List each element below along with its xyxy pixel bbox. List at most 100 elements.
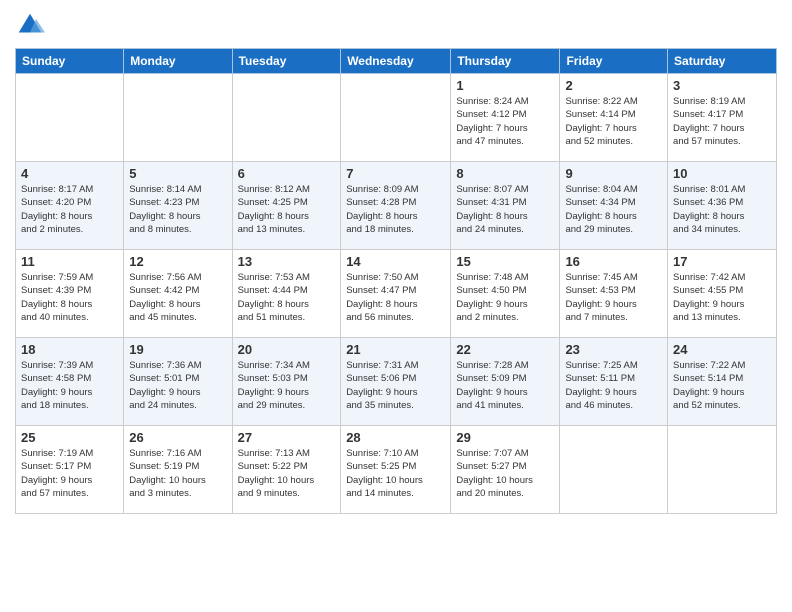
day-detail: Sunrise: 7:10 AM Sunset: 5:25 PM Dayligh… bbox=[346, 447, 445, 500]
calendar-cell: 6 Sunrise: 8:12 AM Sunset: 4:25 PM Daylig… bbox=[232, 162, 341, 250]
calendar-cell: 27Sunrise: 7:13 AM Sunset: 5:22 PM Dayli… bbox=[232, 426, 341, 514]
day-number: 29 bbox=[456, 430, 554, 445]
day-number: 6 bbox=[238, 166, 336, 181]
calendar-cell: 3 Sunrise: 8:19 AM Sunset: 4:17 PM Daylig… bbox=[668, 74, 777, 162]
day-number: 21 bbox=[346, 342, 445, 357]
calendar-cell: 5 Sunrise: 8:14 AM Sunset: 4:23 PM Daylig… bbox=[124, 162, 232, 250]
weekday-header-row: SundayMondayTuesdayWednesdayThursdayFrid… bbox=[16, 49, 777, 74]
weekday-wednesday: Wednesday bbox=[341, 49, 451, 74]
day-detail: Sunrise: 8:24 AM Sunset: 4:12 PM Dayligh… bbox=[456, 95, 554, 148]
calendar-cell bbox=[16, 74, 124, 162]
day-number: 22 bbox=[456, 342, 554, 357]
day-detail: Sunrise: 7:25 AM Sunset: 5:11 PM Dayligh… bbox=[565, 359, 662, 412]
day-detail: Sunrise: 8:12 AM Sunset: 4:25 PM Dayligh… bbox=[238, 183, 336, 236]
calendar-cell: 16 Sunrise: 7:45 AM Sunset: 4:53 PM Dayli… bbox=[560, 250, 668, 338]
calendar-cell: 29 Sunrise: 7:07 AM Sunset: 5:27 PM Dayli… bbox=[451, 426, 560, 514]
calendar-body: 1 Sunrise: 8:24 AM Sunset: 4:12 PM Daylig… bbox=[16, 74, 777, 514]
week-row-2: 4 Sunrise: 8:17 AM Sunset: 4:20 PM Daylig… bbox=[16, 162, 777, 250]
calendar-cell: 17Sunrise: 7:42 AM Sunset: 4:55 PM Dayli… bbox=[668, 250, 777, 338]
header bbox=[15, 10, 777, 40]
day-number: 25 bbox=[21, 430, 118, 445]
calendar-cell: 20 Sunrise: 7:34 AM Sunset: 5:03 PM Dayli… bbox=[232, 338, 341, 426]
day-detail: Sunrise: 7:59 AM Sunset: 4:39 PM Dayligh… bbox=[21, 271, 118, 324]
day-number: 15 bbox=[456, 254, 554, 269]
calendar-cell: 14 Sunrise: 7:50 AM Sunset: 4:47 PM Dayli… bbox=[341, 250, 451, 338]
day-number: 20 bbox=[238, 342, 336, 357]
day-detail: Sunrise: 7:50 AM Sunset: 4:47 PM Dayligh… bbox=[346, 271, 445, 324]
day-number: 26 bbox=[129, 430, 226, 445]
calendar: SundayMondayTuesdayWednesdayThursdayFrid… bbox=[15, 48, 777, 514]
day-number: 7 bbox=[346, 166, 445, 181]
calendar-cell: 4 Sunrise: 8:17 AM Sunset: 4:20 PM Daylig… bbox=[16, 162, 124, 250]
calendar-cell: 24 Sunrise: 7:22 AM Sunset: 5:14 PM Dayli… bbox=[668, 338, 777, 426]
calendar-cell: 9 Sunrise: 8:04 AM Sunset: 4:34 PM Daylig… bbox=[560, 162, 668, 250]
day-detail: Sunrise: 7:39 AM Sunset: 4:58 PM Dayligh… bbox=[21, 359, 118, 412]
logo bbox=[15, 10, 49, 40]
day-detail: Sunrise: 7:13 AM Sunset: 5:22 PM Dayligh… bbox=[238, 447, 336, 500]
day-number: 16 bbox=[565, 254, 662, 269]
calendar-cell bbox=[232, 74, 341, 162]
calendar-cell: 19 Sunrise: 7:36 AM Sunset: 5:01 PM Dayli… bbox=[124, 338, 232, 426]
weekday-tuesday: Tuesday bbox=[232, 49, 341, 74]
calendar-cell: 26 Sunrise: 7:16 AM Sunset: 5:19 PM Dayli… bbox=[124, 426, 232, 514]
calendar-cell: 10Sunrise: 8:01 AM Sunset: 4:36 PM Dayli… bbox=[668, 162, 777, 250]
calendar-cell bbox=[124, 74, 232, 162]
day-detail: Sunrise: 7:53 AM Sunset: 4:44 PM Dayligh… bbox=[238, 271, 336, 324]
day-number: 3 bbox=[673, 78, 771, 93]
calendar-cell: 8Sunrise: 8:07 AM Sunset: 4:31 PM Daylig… bbox=[451, 162, 560, 250]
day-detail: Sunrise: 7:31 AM Sunset: 5:06 PM Dayligh… bbox=[346, 359, 445, 412]
day-detail: Sunrise: 7:56 AM Sunset: 4:42 PM Dayligh… bbox=[129, 271, 226, 324]
day-detail: Sunrise: 8:04 AM Sunset: 4:34 PM Dayligh… bbox=[565, 183, 662, 236]
day-number: 11 bbox=[21, 254, 118, 269]
day-detail: Sunrise: 7:48 AM Sunset: 4:50 PM Dayligh… bbox=[456, 271, 554, 324]
day-detail: Sunrise: 7:34 AM Sunset: 5:03 PM Dayligh… bbox=[238, 359, 336, 412]
calendar-cell: 28 Sunrise: 7:10 AM Sunset: 5:25 PM Dayli… bbox=[341, 426, 451, 514]
week-row-4: 18Sunrise: 7:39 AM Sunset: 4:58 PM Dayli… bbox=[16, 338, 777, 426]
day-number: 14 bbox=[346, 254, 445, 269]
calendar-cell: 12 Sunrise: 7:56 AM Sunset: 4:42 PM Dayli… bbox=[124, 250, 232, 338]
day-detail: Sunrise: 7:45 AM Sunset: 4:53 PM Dayligh… bbox=[565, 271, 662, 324]
weekday-sunday: Sunday bbox=[16, 49, 124, 74]
day-detail: Sunrise: 7:22 AM Sunset: 5:14 PM Dayligh… bbox=[673, 359, 771, 412]
day-number: 12 bbox=[129, 254, 226, 269]
week-row-3: 11 Sunrise: 7:59 AM Sunset: 4:39 PM Dayli… bbox=[16, 250, 777, 338]
calendar-cell bbox=[341, 74, 451, 162]
day-detail: Sunrise: 7:07 AM Sunset: 5:27 PM Dayligh… bbox=[456, 447, 554, 500]
day-number: 4 bbox=[21, 166, 118, 181]
day-number: 24 bbox=[673, 342, 771, 357]
day-detail: Sunrise: 8:22 AM Sunset: 4:14 PM Dayligh… bbox=[565, 95, 662, 148]
week-row-5: 25 Sunrise: 7:19 AM Sunset: 5:17 PM Dayli… bbox=[16, 426, 777, 514]
page: SundayMondayTuesdayWednesdayThursdayFrid… bbox=[0, 0, 792, 612]
week-row-1: 1 Sunrise: 8:24 AM Sunset: 4:12 PM Daylig… bbox=[16, 74, 777, 162]
weekday-saturday: Saturday bbox=[668, 49, 777, 74]
day-number: 1 bbox=[456, 78, 554, 93]
calendar-cell: 23Sunrise: 7:25 AM Sunset: 5:11 PM Dayli… bbox=[560, 338, 668, 426]
calendar-cell: 2Sunrise: 8:22 AM Sunset: 4:14 PM Daylig… bbox=[560, 74, 668, 162]
calendar-cell: 11 Sunrise: 7:59 AM Sunset: 4:39 PM Dayli… bbox=[16, 250, 124, 338]
day-number: 9 bbox=[565, 166, 662, 181]
day-detail: Sunrise: 7:19 AM Sunset: 5:17 PM Dayligh… bbox=[21, 447, 118, 500]
day-detail: Sunrise: 7:28 AM Sunset: 5:09 PM Dayligh… bbox=[456, 359, 554, 412]
calendar-cell: 22 Sunrise: 7:28 AM Sunset: 5:09 PM Dayli… bbox=[451, 338, 560, 426]
day-number: 5 bbox=[129, 166, 226, 181]
calendar-cell bbox=[560, 426, 668, 514]
weekday-friday: Friday bbox=[560, 49, 668, 74]
calendar-cell: 21 Sunrise: 7:31 AM Sunset: 5:06 PM Dayli… bbox=[341, 338, 451, 426]
calendar-cell: 15 Sunrise: 7:48 AM Sunset: 4:50 PM Dayli… bbox=[451, 250, 560, 338]
calendar-cell bbox=[668, 426, 777, 514]
day-detail: Sunrise: 8:14 AM Sunset: 4:23 PM Dayligh… bbox=[129, 183, 226, 236]
day-number: 17 bbox=[673, 254, 771, 269]
day-number: 28 bbox=[346, 430, 445, 445]
day-detail: Sunrise: 8:17 AM Sunset: 4:20 PM Dayligh… bbox=[21, 183, 118, 236]
calendar-cell: 25 Sunrise: 7:19 AM Sunset: 5:17 PM Dayli… bbox=[16, 426, 124, 514]
calendar-cell: 7Sunrise: 8:09 AM Sunset: 4:28 PM Daylig… bbox=[341, 162, 451, 250]
day-number: 8 bbox=[456, 166, 554, 181]
logo-icon bbox=[15, 10, 45, 40]
day-detail: Sunrise: 7:16 AM Sunset: 5:19 PM Dayligh… bbox=[129, 447, 226, 500]
calendar-cell: 13Sunrise: 7:53 AM Sunset: 4:44 PM Dayli… bbox=[232, 250, 341, 338]
day-detail: Sunrise: 8:01 AM Sunset: 4:36 PM Dayligh… bbox=[673, 183, 771, 236]
day-number: 19 bbox=[129, 342, 226, 357]
weekday-thursday: Thursday bbox=[451, 49, 560, 74]
day-detail: Sunrise: 7:36 AM Sunset: 5:01 PM Dayligh… bbox=[129, 359, 226, 412]
day-detail: Sunrise: 8:19 AM Sunset: 4:17 PM Dayligh… bbox=[673, 95, 771, 148]
